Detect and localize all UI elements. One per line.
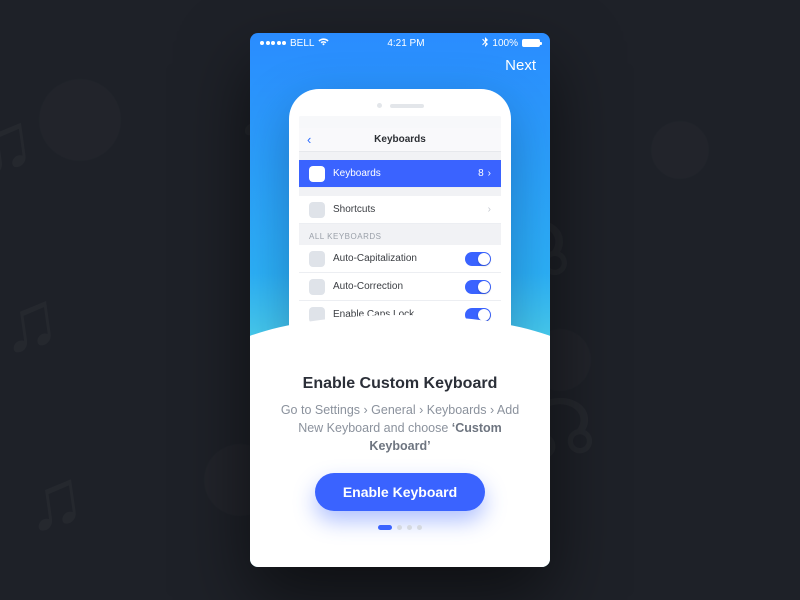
status-time: 4:21 PM [387,38,424,49]
mock-section-label: ALL KEYBOARDS [299,224,501,245]
battery-icon [522,39,540,47]
page-dot[interactable] [397,525,402,530]
chevron-right-icon: › [488,168,491,179]
panel-description: Go to Settings › General › Keyboards › A… [278,401,522,455]
page-indicator [278,525,522,530]
mock-nav-title: Keyboards [374,134,426,145]
page-dot-active [378,525,392,530]
chevron-left-icon: ‹ [307,132,311,147]
mock-toggle-autocap: Auto-Capitalization [299,245,501,273]
next-button[interactable]: Next [505,57,536,74]
instruction-panel: Enable Custom Keyboard Go to Settings › … [250,369,550,567]
chevron-right-icon: › [488,204,491,215]
carrier-label: BELL [290,38,314,49]
shortcuts-icon [309,202,325,218]
page-dot[interactable] [407,525,412,530]
mock-row-keyboards: Keyboards 8 › [299,160,501,188]
toggle-on-icon [465,280,491,294]
toggle-on-icon [465,252,491,266]
page-dot[interactable] [417,525,422,530]
mock-row-shortcuts: Shortcuts › [299,196,501,224]
battery-pct: 100% [492,38,518,49]
wifi-icon [318,37,329,49]
enable-keyboard-button[interactable]: Enable Keyboard [315,473,485,511]
onboarding-card: BELL 4:21 PM 100% Next ‹ Keyboards [250,33,550,567]
bluetooth-icon [482,37,488,50]
toggle-row-icon [309,251,325,267]
mock-toggle-autocorr: Auto-Correction [299,273,501,301]
panel-title: Enable Custom Keyboard [278,375,522,393]
keyboards-icon [309,166,325,182]
status-bar: BELL 4:21 PM 100% [250,33,550,51]
signal-dots-icon [260,41,286,45]
toggle-row-icon [309,279,325,295]
